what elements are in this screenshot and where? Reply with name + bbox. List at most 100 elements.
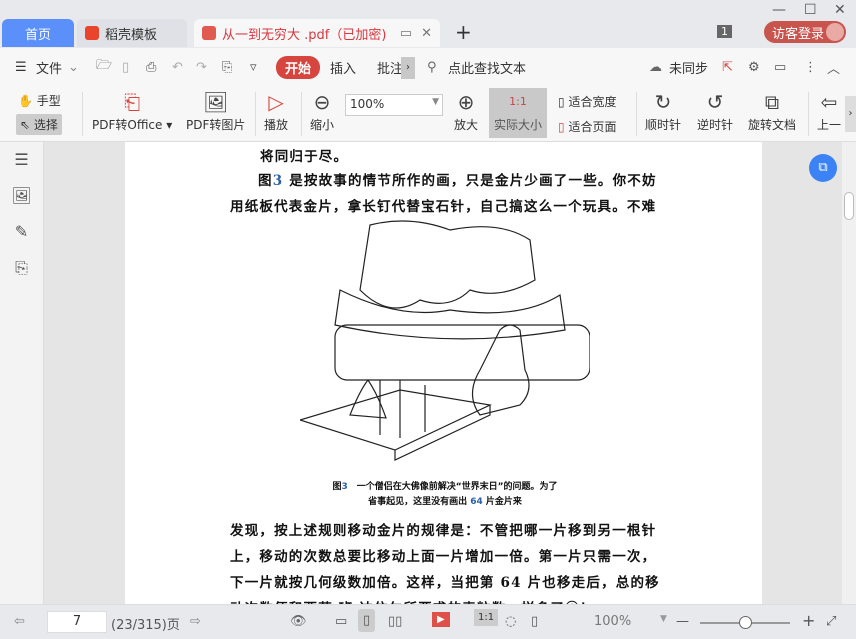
fit-width-icon: ▯ xyxy=(558,95,565,109)
rotate-cw-button[interactable]: ↻ 顺时针 xyxy=(645,90,681,133)
share-icon[interactable]: ⇱ xyxy=(722,60,733,75)
comment-icon[interactable]: ▭ xyxy=(774,60,786,75)
scrollbar-thumb[interactable] xyxy=(844,192,854,220)
pdf-to-office-button[interactable]: ⎗ PDF转Office ▾ xyxy=(92,90,172,133)
label: 实际大小 xyxy=(493,118,542,132)
close-window-icon[interactable]: ✕ xyxy=(834,2,846,18)
zoom-level[interactable]: 100% xyxy=(594,614,631,629)
left-sidebar: ☰ 🖼 ✎ ⎘ xyxy=(0,142,44,604)
avatar-icon xyxy=(826,23,844,41)
play-button[interactable]: ▷ 播放 xyxy=(264,90,288,133)
previous-page-button[interactable]: ⇦ 上一 xyxy=(817,90,841,133)
next-page-icon[interactable]: ⇨ xyxy=(190,614,201,629)
chevron-down-icon[interactable]: ⌄ xyxy=(68,60,79,75)
convert-icon[interactable]: ⎘ xyxy=(0,250,43,286)
zoom-out-icon[interactable]: — xyxy=(676,614,689,629)
paragraph: 发现，按上述规则移动金片的规律是：不管把哪一片移到另一根针上，移动的次数总要比移… xyxy=(230,523,660,604)
window-count-badge[interactable]: 1 xyxy=(717,25,732,38)
prev-page-icon[interactable]: ⇦ xyxy=(14,614,25,629)
open-icon[interactable]: 🗁 xyxy=(96,56,112,78)
zoom-slider-thumb[interactable] xyxy=(739,616,752,629)
pdf-icon xyxy=(202,26,216,40)
tab-annotate[interactable]: 批注 xyxy=(377,58,403,77)
continuous-view-icon[interactable]: ▭ xyxy=(335,614,347,629)
fit-page-icon[interactable]: ◌ xyxy=(505,614,516,629)
label: 选择 xyxy=(33,118,58,132)
play-icon: ▷ xyxy=(268,90,284,114)
fit-page-button[interactable]: ▯ 适合页面 xyxy=(558,118,616,135)
rotate-ccw-button[interactable]: ↺ 逆时针 xyxy=(697,90,733,133)
sync-status[interactable]: 未同步 xyxy=(669,58,708,77)
redo-icon[interactable]: ↷ xyxy=(196,60,207,75)
rotate-document-button[interactable]: ⧉ 旋转文档 xyxy=(748,90,796,133)
tab-label: 从一到无穷大 .pdf（已加密) xyxy=(222,27,387,43)
page-input[interactable]: 7 xyxy=(47,611,107,633)
fullscreen-icon[interactable]: ⤢ xyxy=(826,614,836,629)
outline-icon[interactable]: ☰ xyxy=(0,142,43,178)
maximize-icon[interactable]: ☐ xyxy=(804,2,817,18)
pdf-page: 将同归于尽。 图3 是按故事的情节所作的画，只是金片少画了一些。你不妨用纸板代表… xyxy=(125,142,762,604)
thumbnail-icon[interactable]: 🖼 xyxy=(0,178,43,214)
save-icon[interactable]: ▯ xyxy=(122,60,129,75)
zoom-out-button[interactable]: ⊖ 缩小 xyxy=(310,90,334,133)
tab-start[interactable]: 开始 xyxy=(276,55,321,79)
select-tool[interactable]: ⇖ 选择 xyxy=(16,114,62,135)
tab-insert[interactable]: 插入 xyxy=(330,58,356,77)
tab-document[interactable]: 从一到无穷大 .pdf（已加密) ▭ ✕ xyxy=(194,19,440,47)
zoom-in-icon[interactable]: + xyxy=(802,611,815,630)
more-icon[interactable]: ⋮ xyxy=(804,60,817,75)
zoom-slider[interactable] xyxy=(700,616,790,629)
pin-icon[interactable]: ▭ xyxy=(400,26,412,41)
label: 手型 xyxy=(36,94,61,108)
zoom-in-button[interactable]: ⊕ 放大 xyxy=(454,90,478,133)
undo-icon[interactable]: ↶ xyxy=(172,60,183,75)
tab-home[interactable]: 首页 xyxy=(2,19,74,47)
buddha-illustration xyxy=(300,220,590,461)
zoom-out-icon: ⊖ xyxy=(313,90,331,114)
hand-tool[interactable]: ✋ 手型 xyxy=(18,92,61,109)
label: PDF转图片 xyxy=(186,118,246,132)
ribbon-scroll-right[interactable]: › xyxy=(845,96,856,132)
zoom-select[interactable]: 100% ▼ xyxy=(345,94,443,116)
annotation-icon[interactable]: ✎ xyxy=(0,214,43,250)
search-icon: ⚲ xyxy=(427,59,437,75)
floating-tool-button[interactable]: ⧉ xyxy=(809,154,837,182)
login-button[interactable]: 访客登录 xyxy=(764,21,846,43)
more-chevron-icon[interactable]: ▿ xyxy=(250,60,257,75)
caption-line: 省事起见，这里没有画出 64 片金片来 xyxy=(275,495,615,510)
single-page-icon[interactable]: ▯ xyxy=(358,609,376,632)
search-text-button[interactable]: 点此查找文本 xyxy=(448,58,526,77)
new-tab-button[interactable]: + xyxy=(455,20,472,44)
collapse-icon[interactable]: ︿ xyxy=(827,58,840,77)
fit-width-button[interactable]: ▯ 适合宽度 xyxy=(558,93,616,110)
cloud-icon: ☁ xyxy=(649,59,662,75)
file-menu[interactable]: 文件 xyxy=(36,58,62,77)
label: 播放 xyxy=(264,118,289,132)
ribbon: ✋ 手型 ⇖ 选择 ⎗ PDF转Office ▾ 🖼 PDF转图片 ▷ 播放 ⊖ 缩小 … xyxy=(0,86,856,142)
export-icon[interactable]: ⎘ xyxy=(222,60,232,75)
text: 图 xyxy=(258,173,273,189)
gear-icon[interactable]: ⚙ xyxy=(748,60,760,75)
menu-icon[interactable]: ☰ xyxy=(15,60,27,75)
tab-label: 稻壳模板 xyxy=(105,27,158,43)
fit-width-icon[interactable]: ▯ xyxy=(531,614,538,629)
close-tab-icon[interactable]: ✕ xyxy=(421,26,432,41)
actual-size-icon[interactable]: 1:1 xyxy=(474,609,499,626)
play-icon[interactable]: ▶ xyxy=(432,612,450,627)
eye-icon[interactable]: 👁 xyxy=(290,614,307,629)
tab-template[interactable]: 稻壳模板 xyxy=(77,19,187,47)
pdf-to-image-button[interactable]: 🖼 PDF转图片 xyxy=(186,90,245,133)
hand-icon: ✋ xyxy=(18,94,33,108)
minimize-icon[interactable]: — xyxy=(772,2,786,18)
print-icon[interactable]: ⎙ xyxy=(146,60,156,75)
vertical-scrollbar[interactable] xyxy=(842,142,856,604)
divider xyxy=(636,92,637,136)
two-page-icon[interactable]: ▯▯ xyxy=(388,614,402,629)
label: 缩小 xyxy=(310,118,335,132)
text: 一个僧侣在大佛像前解决“世界末日”的问题。为了 xyxy=(347,482,558,492)
chevron-down-icon[interactable]: ▼ xyxy=(660,614,667,624)
scroll-right-button[interactable]: › xyxy=(401,57,415,79)
text: 片金片来 xyxy=(482,497,522,507)
rotate-document-icon: ⧉ xyxy=(764,90,780,114)
actual-size-button[interactable]: 1:1 实际大小 xyxy=(489,88,547,138)
